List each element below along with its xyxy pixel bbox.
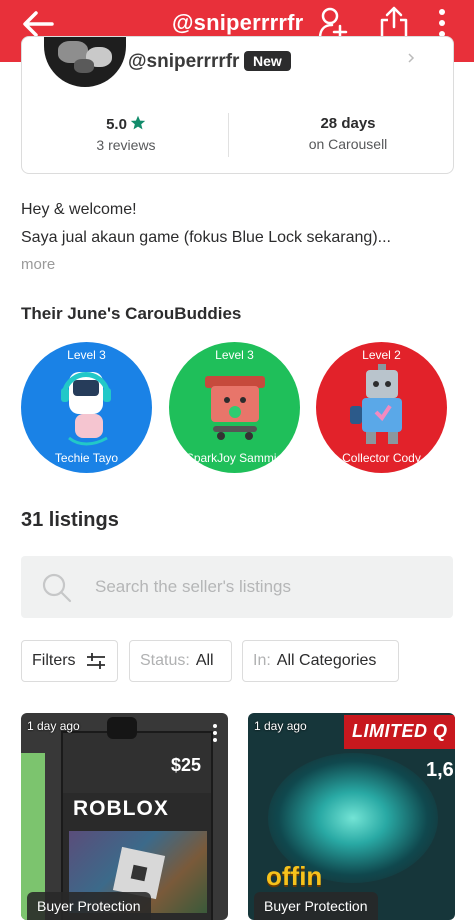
category-label: In: — [253, 652, 271, 669]
buddy-name: SparkJoy Sammie — [185, 451, 284, 465]
star-icon — [130, 115, 146, 130]
profile-username: @sniperrrrfr — [128, 51, 240, 72]
buyer-protection-badge: Buyer Protection — [254, 892, 378, 920]
buddy-sparkjoy-sammie[interactable]: Level 3 SparkJoy Sammie — [169, 342, 300, 473]
search-icon — [42, 573, 72, 603]
add-user-icon[interactable] — [318, 6, 348, 40]
bio-line-2: Saya jual akaun game (fokus Blue Lock se… — [21, 229, 391, 246]
card-art-text: offin — [266, 861, 323, 891]
bio-text: Hey & welcome! Saya jual akaun game (fok… — [21, 196, 451, 252]
avatar — [44, 37, 126, 87]
filters-button[interactable]: Filters — [21, 640, 118, 682]
status-filter[interactable]: Status: All — [129, 640, 232, 682]
profile-card[interactable]: @sniperrrrfr New 5.0 3 reviews 28 days o… — [21, 36, 454, 174]
listing-age: 1 day ago — [27, 719, 80, 733]
more-vertical-icon[interactable] — [436, 8, 448, 38]
buddy-name: Collector Cody — [342, 451, 421, 465]
listing-card[interactable]: $25 ROBLOX 1 day ago Buyer Protection — [21, 713, 228, 920]
limited-banner: LIMITED Q — [344, 715, 455, 749]
buddy-techie-tayo[interactable]: Level 3 Techie Tayo — [21, 342, 152, 473]
days-subtitle: on Carousell — [308, 136, 388, 152]
bio-more-link[interactable]: more — [21, 256, 55, 273]
giftcard-logo: ROBLOX — [73, 797, 169, 820]
member-since-stat: 28 days on Carousell — [248, 115, 448, 152]
search-placeholder: Search the seller's listings — [95, 577, 291, 596]
listing-search-input[interactable]: Search the seller's listings — [21, 556, 453, 618]
buyer-protection-badge: Buyer Protection — [27, 892, 151, 920]
filter-sliders-icon — [86, 653, 105, 669]
days-value: 28 days — [320, 115, 376, 132]
buddy-name: Techie Tayo — [54, 451, 119, 465]
bio-line-1: Hey & welcome! — [21, 201, 137, 218]
category-value: All Categories — [276, 652, 377, 669]
card-hook — [107, 717, 137, 739]
filters-label: Filters — [32, 652, 76, 669]
listing-age: 1 day ago — [254, 719, 307, 733]
giftcard-price: $25 — [170, 755, 201, 775]
page-title: @sniperrrrfr — [172, 10, 304, 35]
caroubuddies-title: Their June's CarouBuddies — [21, 304, 242, 323]
buddy-collector-cody[interactable]: Level 2 Collector Cody — [316, 342, 447, 473]
card-art-number: 1,6 — [426, 759, 454, 781]
chevron-right-icon — [408, 53, 415, 63]
rating-value: 5.0 — [106, 116, 127, 133]
listings-count: 31 listings — [21, 509, 119, 531]
more-vertical-icon[interactable] — [212, 723, 218, 743]
category-filter[interactable]: In: All Categories — [242, 640, 399, 682]
rating-stat[interactable]: 5.0 3 reviews — [26, 115, 226, 153]
new-badge: New — [244, 51, 291, 71]
status-label: Status: — [140, 652, 190, 669]
status-value: All — [195, 652, 214, 669]
listing-card[interactable]: LIMITED Q 1,6 offin 1 day ago Buyer Prot… — [248, 713, 455, 920]
stat-divider — [228, 113, 229, 157]
reviews-count: 3 reviews — [96, 137, 156, 153]
